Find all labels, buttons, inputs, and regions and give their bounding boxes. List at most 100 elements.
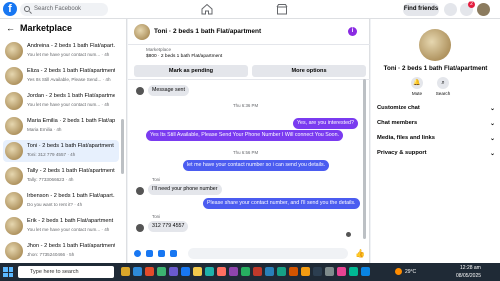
menu-grid-icon[interactable] (444, 3, 457, 16)
outgoing-message: Yes Its Still Available, Please Send You… (146, 130, 344, 141)
app-icon[interactable] (313, 267, 322, 276)
list-item[interactable]: Tally - 2 beds 1 bath Flat/apartment Tall… (3, 165, 119, 187)
like-icon[interactable]: 👍 (355, 249, 365, 258)
conversation-preview: Tally: 7733066623 · 4h (27, 177, 74, 182)
app-icon[interactable] (217, 267, 226, 276)
chevron-down-icon: ⌄ (489, 136, 495, 142)
gif-icon[interactable] (170, 250, 177, 257)
file-explorer-icon[interactable] (121, 267, 130, 276)
mute-button[interactable]: 🔔 Mute (407, 77, 427, 96)
list-item[interactable]: Jhon - 2 beds 1 bath Flat/apartment Jhon:… (3, 240, 119, 262)
windows-taskbar: Type here to search 29°C 12:28 am 08/05/… (0, 263, 500, 281)
conversation-name: Jordan - 2 beds 1 bath Flat/apartme... (27, 93, 115, 99)
marketplace-icon[interactable] (276, 3, 288, 15)
weather-icon[interactable] (395, 268, 402, 275)
avatar (136, 224, 144, 232)
search-in-chat-button[interactable]: ⌕ Search (433, 77, 453, 96)
plus-icon[interactable] (134, 250, 141, 257)
temperature[interactable]: 29°C (405, 269, 416, 275)
app-icon[interactable] (181, 267, 190, 276)
conversation-name: Tally - 2 beds 1 bath Flat/apartment (27, 168, 115, 174)
conversation-preview: Maria Emilia · 4h (27, 127, 62, 132)
listing-thumbnail (5, 92, 23, 110)
mark-as-pending-button[interactable]: Mark as pending (134, 65, 248, 77)
app-icon[interactable] (253, 267, 262, 276)
find-friends-button[interactable]: Find friends (403, 3, 439, 16)
clock-date[interactable]: 08/05/2025 (456, 273, 481, 279)
avatar[interactable] (477, 3, 490, 16)
conversation-name: Erik - 2 beds 1 bath Flat/apartment (27, 218, 114, 224)
conversation-preview: Do you want to rent it? · 4h (27, 202, 83, 207)
list-item[interactable]: Eliza - 2 beds 1 bath Flat/apartment Yes … (3, 65, 119, 87)
chat-title[interactable]: Toni · 2 beds 1 bath Flat/apartment (154, 28, 261, 35)
row-label: Chat members (377, 120, 418, 126)
sidebar-header: ← Marketplace (0, 19, 126, 36)
row-label: Media, files and links (377, 135, 435, 141)
list-item-active[interactable]: Toni · 2 beds 1 bath Flat/apartment Toni:… (3, 140, 119, 162)
list-item[interactable]: Jordan - 2 beds 1 bath Flat/apartme... Yo… (3, 90, 119, 112)
facebook-search-input[interactable]: Search Facebook (20, 3, 108, 16)
chat-members-row[interactable]: Chat members ⌄ (377, 120, 495, 127)
app-icon[interactable] (325, 267, 334, 276)
app-icon[interactable] (205, 267, 214, 276)
info-icon[interactable]: i (348, 27, 357, 36)
incoming-message: I'll need your phone number (148, 184, 222, 195)
notification-badge: 2 (468, 1, 475, 8)
chrome-icon[interactable] (157, 267, 166, 276)
conversation-preview: You let me have your contact num... · 4h (27, 102, 110, 107)
camera-icon[interactable] (146, 250, 153, 257)
media-files-row[interactable]: Media, files and links ⌄ (377, 135, 495, 142)
list-item[interactable]: Maria Emilia · 2 beds 1 bath Flat/ap... M… (3, 115, 119, 137)
chat-scrollbar[interactable] (363, 79, 366, 239)
more-options-button[interactable]: More options (252, 65, 366, 77)
windows-start-icon[interactable] (3, 267, 13, 277)
customize-chat-row[interactable]: Customize chat ⌄ (377, 105, 495, 112)
message-thread: Message sent Thu 6:36 PM Yes, are you in… (128, 81, 370, 245)
app-icon[interactable] (301, 267, 310, 276)
conversation-sidebar: ← Marketplace Andreina - 2 beds 1 bath F… (0, 19, 127, 263)
listing-summary[interactable]: $800 · 2 beds 1 bath Flat/apartment (146, 54, 222, 59)
app-icon[interactable] (145, 267, 154, 276)
app-icon[interactable] (349, 267, 358, 276)
mute-label: Mute (411, 91, 423, 96)
home-icon[interactable] (201, 3, 213, 15)
list-item[interactable]: Erik - 2 beds 1 bath Flat/apartment You l… (3, 215, 119, 237)
privacy-support-row[interactable]: Privacy & support ⌄ (377, 150, 495, 157)
search-icon (24, 6, 30, 12)
marketplace-label: Marketplace (146, 47, 172, 52)
row-label: Customize chat (377, 105, 420, 111)
timestamp: Thu 6:56 PM (233, 150, 259, 155)
sidebar-scrollbar[interactable] (121, 119, 124, 174)
app-icon[interactable] (241, 267, 250, 276)
listing-thumbnail[interactable] (419, 29, 451, 61)
app-icon[interactable] (361, 267, 370, 276)
listing-thumbnail[interactable] (134, 24, 150, 40)
edge-icon[interactable] (133, 267, 142, 276)
taskbar-search-input[interactable]: Type here to search (18, 266, 114, 278)
app-icon[interactable] (277, 267, 286, 276)
conversation-preview: Toni: 312 779 4557 · 4h (27, 152, 76, 157)
app-icon[interactable] (193, 267, 202, 276)
app-icon[interactable] (265, 267, 274, 276)
list-item[interactable]: Irbenson - 2 beds 1 bath Flat/apart... Do… (3, 190, 119, 212)
incoming-message: Message sent (148, 85, 189, 96)
clock-time[interactable]: 12:28 am (460, 265, 481, 271)
back-arrow-icon[interactable]: ← (6, 23, 15, 33)
message-input[interactable] (188, 248, 348, 259)
conversation-name: Toni · 2 beds 1 bath Flat/apartment (27, 143, 114, 149)
list-item[interactable]: Andreina - 2 beds 1 bath Flat/apart... Yo… (3, 40, 119, 62)
app-icon[interactable] (229, 267, 238, 276)
app-icon[interactable] (289, 267, 298, 276)
conversation-preview: Yes Its Still Available, Please Send... … (27, 77, 111, 82)
sticker-icon[interactable] (158, 250, 165, 257)
sidebar-title: Marketplace (20, 22, 73, 33)
search-label: Search (435, 91, 451, 96)
conversation-preview: You let me have your contact num... · 4h (27, 227, 110, 232)
conversation-name: Jhon - 2 beds 1 bath Flat/apartment (27, 243, 115, 249)
app-icon[interactable] (169, 267, 178, 276)
listing-thumbnail (5, 217, 23, 235)
facebook-logo[interactable]: f (3, 2, 17, 16)
listing-banner: Marketplace $800 · 2 beds 1 bath Flat/ap… (128, 45, 370, 80)
app-icon[interactable] (337, 267, 346, 276)
listing-thumbnail (5, 117, 23, 135)
